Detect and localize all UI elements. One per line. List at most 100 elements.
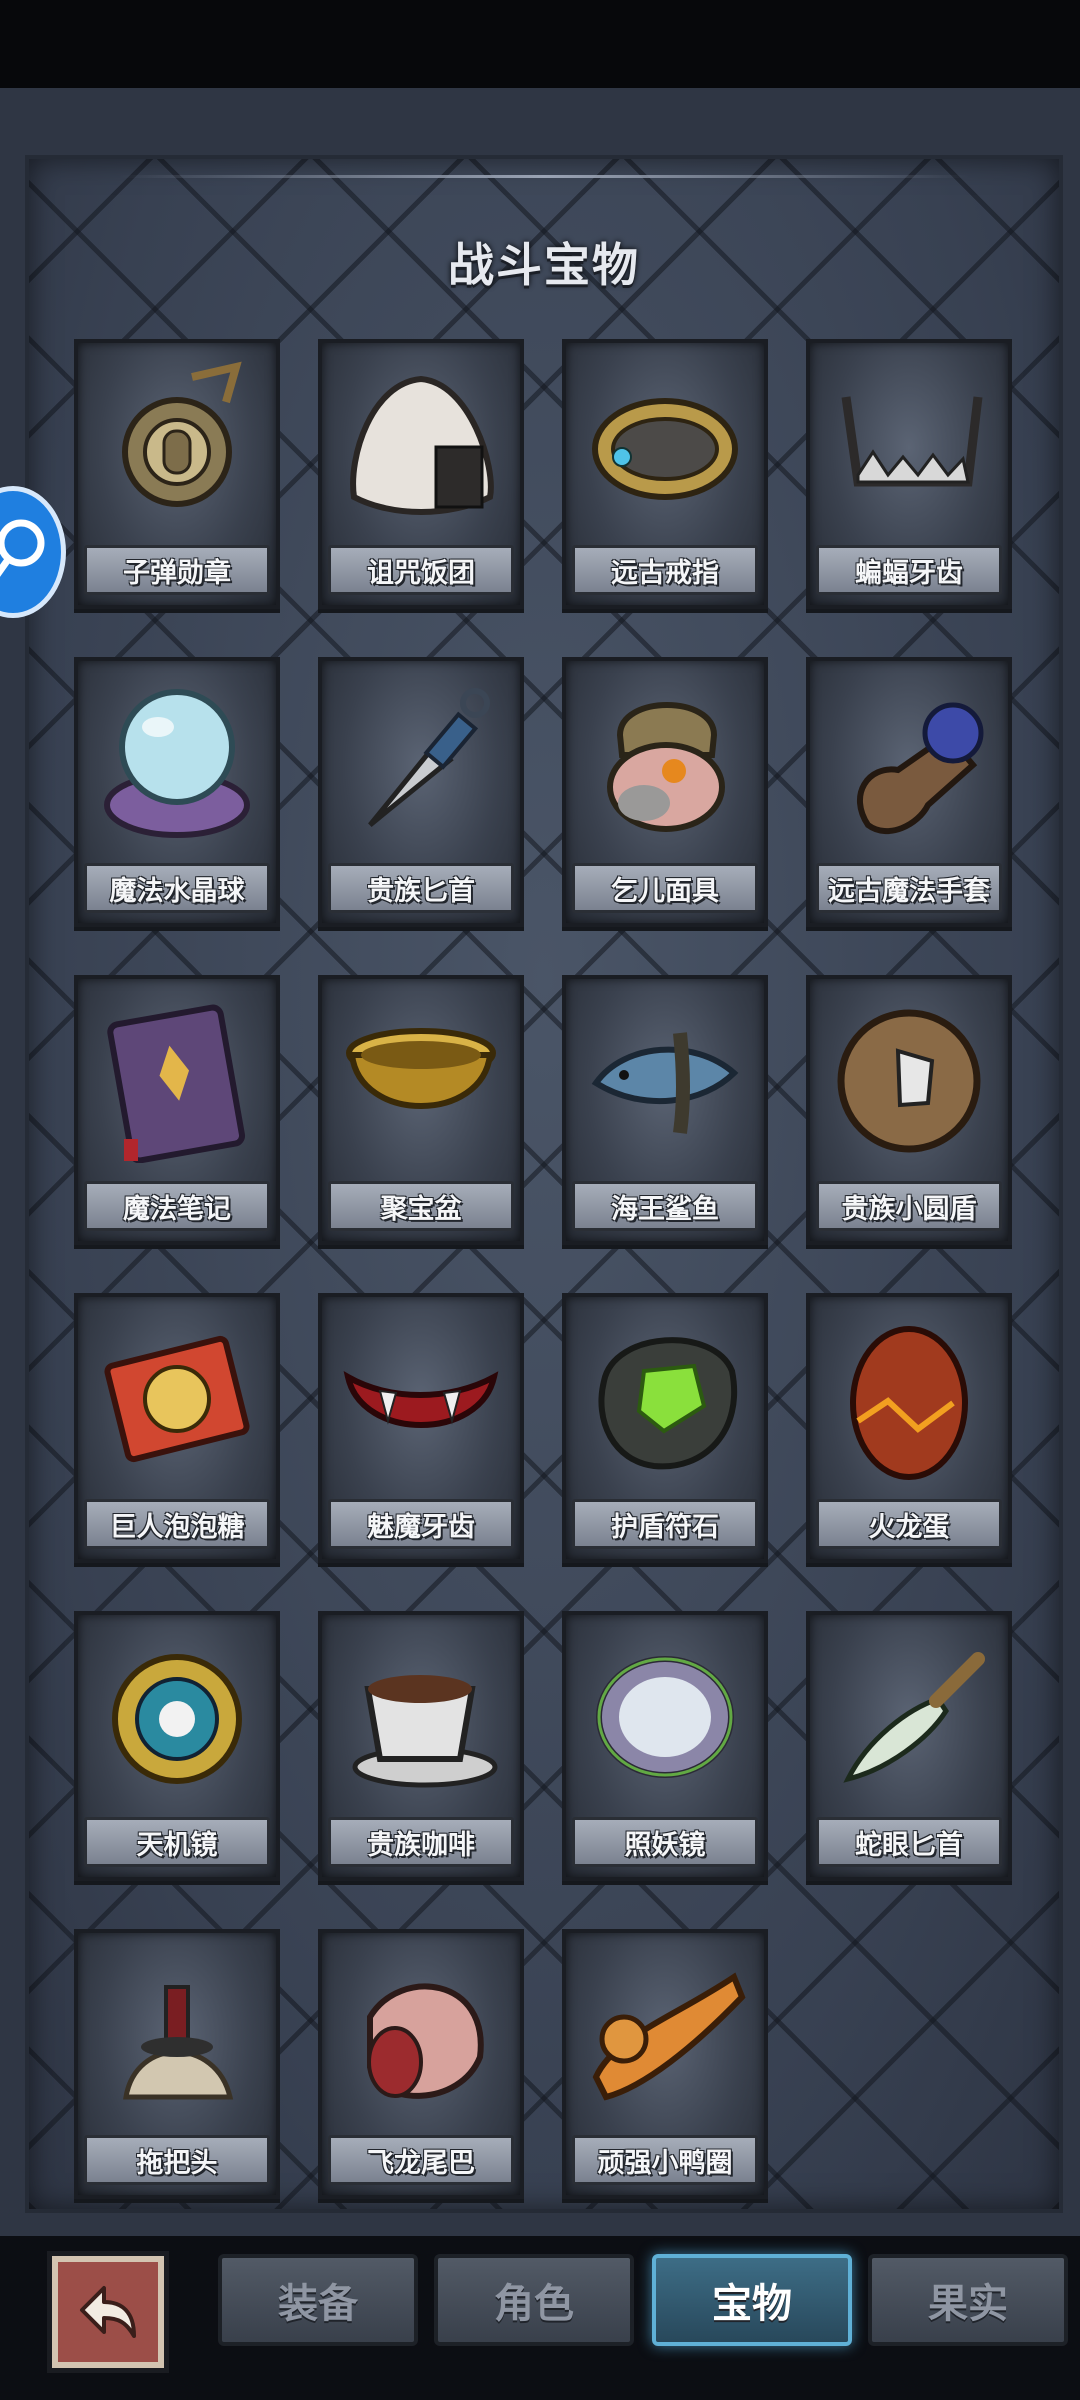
treasure-panel: 战斗宝物 子弹勋章 诅咒饭团 远古戒指 蝙蝠牙齿魔法水晶球 贵族匕首 乞儿面具 远古魔法手套… [25,155,1063,2213]
treasure-card[interactable]: 贵族匕首 [318,657,524,927]
mask-icon [607,702,725,832]
treasure-card[interactable]: 火龙蛋 [806,1293,1012,1563]
fang-icon [841,396,983,487]
rune-stone-icon [598,1337,737,1470]
treasure-name: 护盾符石 [611,1511,719,1543]
spellbook-icon [107,1004,246,1163]
treasure-card[interactable]: 远古戒指 [562,339,768,609]
treasure-name: 魔法水晶球 [109,875,245,907]
treasure-card[interactable]: 护盾符石 [562,1293,768,1563]
treasure-label-plate: 蛇眼匕首 [816,1817,1002,1867]
lips-fang-icon [343,1371,499,1428]
back-arrow-icon [80,2286,136,2338]
treasure-card[interactable]: 巨人泡泡糖 [74,1293,280,1563]
floating-search-button[interactable] [0,486,66,618]
treasure-label-plate: 魔法笔记 [84,1181,270,1231]
tab-characters[interactable]: 角色 [434,2254,634,2346]
mop-head-icon [123,1985,234,2100]
title-divider [119,175,969,178]
treasure-label-plate: 贵族小圆盾 [816,1181,1002,1231]
back-button[interactable] [52,2256,164,2368]
treasure-card[interactable]: 子弹勋章 [74,339,280,609]
shark-icon [591,1032,739,1134]
status-bar [0,0,1080,88]
treasure-name: 魅魔牙齿 [367,1511,475,1543]
dragon-egg-icon [850,1326,968,1480]
treasure-card[interactable]: 诅咒饭团 [318,339,524,609]
outer-frame: 战斗宝物 子弹勋章 诅咒饭团 远古戒指 蝙蝠牙齿魔法水晶球 贵族匕首 乞儿面具 远古魔法手套… [0,88,1080,2236]
treasure-card[interactable]: 顽强小鸭圈 [562,1929,768,2199]
treasure-label-plate: 魅魔牙齿 [328,1499,514,1549]
treasure-card[interactable]: 飞龙尾巴 [318,1929,524,2199]
treasure-name: 照妖镜 [624,1829,706,1861]
treasure-card[interactable]: 魔法笔记 [74,975,280,1245]
treasure-label-plate: 子弹勋章 [84,545,270,595]
treasure-label-plate: 魔法水晶球 [84,863,270,913]
treasure-card[interactable]: 蛇眼匕首 [806,1611,1012,1881]
treasure-label-plate: 诅咒饭团 [328,545,514,595]
treasure-label-plate: 乞儿面具 [572,863,758,913]
treasure-card[interactable]: 魅魔牙齿 [318,1293,524,1563]
coffee-cup-icon [352,1675,498,1788]
treasure-card[interactable]: 天机镜 [74,1611,280,1881]
treasure-label-plate: 远古戒指 [572,545,758,595]
bubblegum-icon [104,1335,250,1463]
dagger-icon [368,688,490,827]
tab-fruits[interactable]: 果实 [868,2254,1068,2346]
treasure-card[interactable]: 蝙蝠牙齿 [806,339,1012,609]
treasure-card[interactable]: 贵族咖啡 [318,1611,524,1881]
round-shield-icon [837,1009,981,1153]
treasure-name: 魔法笔记 [123,1193,231,1225]
treasure-name: 飞龙尾巴 [367,2147,475,2179]
search-bubble-icon [0,519,45,577]
treasure-name: 拖把头 [136,2147,218,2179]
treasure-name: 远古魔法手套 [828,875,990,907]
treasure-name: 顽强小鸭圈 [597,2147,733,2179]
snake-dagger-icon [843,1652,985,1783]
treasure-name: 巨人泡泡糖 [109,1511,245,1543]
duck-ring-icon [592,1972,746,2101]
treasure-label-plate: 贵族咖啡 [328,1817,514,1867]
treasure-card[interactable]: 海王鲨鱼 [562,975,768,1245]
bottom-nav: 装备 角色 宝物 果实 [0,2236,1080,2400]
tab-equipment[interactable]: 装备 [218,2254,418,2346]
treasure-card[interactable]: 拖把头 [74,1929,280,2199]
treasure-name: 蝙蝠牙齿 [855,557,963,589]
treasure-label-plate: 顽强小鸭圈 [572,2135,758,2185]
tab-treasures[interactable]: 宝物 [652,2254,852,2346]
treasure-name: 火龙蛋 [868,1511,950,1543]
treasure-label-plate: 天机镜 [84,1817,270,1867]
treasure-label-plate: 照妖镜 [572,1817,758,1867]
medal-icon [122,361,242,507]
bagua-mirror-icon [112,1654,242,1784]
treasure-card[interactable]: 魔法水晶球 [74,657,280,927]
treasure-name: 聚宝盆 [380,1193,462,1225]
gauntlet-icon [856,702,984,834]
treasure-label-plate: 贵族匕首 [328,863,514,913]
treasure-label-plate: 护盾符石 [572,1499,758,1549]
ring-icon [592,398,738,500]
panel-title: 战斗宝物 [448,238,640,292]
dragon-tail-icon [367,1983,484,2099]
treasure-name: 贵族咖啡 [367,1829,475,1861]
treasure-label-plate: 蝙蝠牙齿 [816,545,1002,595]
treasure-label-plate: 巨人泡泡糖 [84,1499,270,1549]
treasure-name: 诅咒饭团 [367,557,475,589]
treasure-label-plate: 拖把头 [84,2135,270,2185]
treasure-card[interactable]: 照妖镜 [562,1611,768,1881]
treasure-label-plate: 飞龙尾巴 [328,2135,514,2185]
rice-ball-icon [350,375,494,515]
treasure-card[interactable]: 贵族小圆盾 [806,975,1012,1245]
treasure-label-plate: 海王鲨鱼 [572,1181,758,1231]
treasure-card[interactable]: 乞儿面具 [562,657,768,927]
treasure-label-plate: 远古魔法手套 [816,863,1002,913]
treasure-name: 远古戒指 [611,557,719,589]
treasure-bowl-icon [346,1028,496,1109]
treasure-name: 海王鲨鱼 [611,1193,719,1225]
treasure-label-plate: 火龙蛋 [816,1499,1002,1549]
treasure-name: 贵族匕首 [367,875,475,907]
treasure-name: 贵族小圆盾 [841,1193,977,1225]
treasure-card[interactable]: 聚宝盆 [318,975,524,1245]
treasure-card[interactable]: 远古魔法手套 [806,657,1012,927]
treasure-label-plate: 聚宝盆 [328,1181,514,1231]
